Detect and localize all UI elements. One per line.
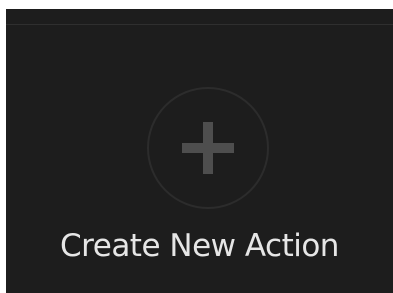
- create-new-action-label: Create New Action: [60, 228, 339, 264]
- create-new-action-tile[interactable]: Create New Action: [6, 9, 393, 293]
- top-divider: [6, 24, 393, 25]
- add-circle-button[interactable]: [147, 87, 269, 209]
- plus-icon-vertical-bar: [203, 122, 213, 174]
- plus-icon: [182, 122, 234, 174]
- screenshot-frame: Create New Action: [0, 0, 393, 293]
